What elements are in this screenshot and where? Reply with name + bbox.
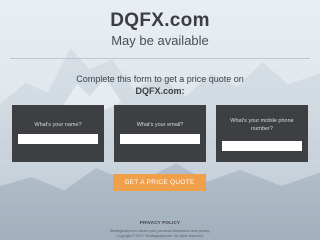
domain-title: DQFX.com [110,10,210,31]
form-intro: Complete this form to get a price quote … [0,73,320,97]
name-input[interactable] [18,134,98,144]
email-field-label: What's your email? [136,122,184,128]
phone-field-label: What's your mobile phone number? [230,118,294,132]
footer-copyright: Copyright © 2017 Strategically.com. All … [116,234,204,238]
form-intro-text: Complete this form to get a price quote … [76,74,244,84]
phone-field-box: What's your mobile phone number? [216,105,308,162]
footer: PRIVACY POLICY Strategically.com values … [0,211,320,239]
name-field-box: What's your name? [12,105,104,162]
email-field-box: What's your email? [114,105,206,162]
availability-status: May be available [111,33,209,48]
page: DQFX.com May be available Complete this … [0,0,320,240]
name-field-label: What's your name? [34,122,82,128]
phone-input[interactable] [222,141,302,151]
header: DQFX.com May be available [0,10,320,49]
header-divider [10,58,310,59]
get-price-quote-button[interactable]: GET A PRICE QUOTE [113,174,206,191]
quote-form: What's your name? What's your email? Wha… [12,105,308,162]
email-input[interactable] [120,134,200,144]
privacy-policy-link[interactable]: PRIVACY POLICY [140,220,180,226]
form-intro-domain: DQFX.com: [135,86,185,96]
